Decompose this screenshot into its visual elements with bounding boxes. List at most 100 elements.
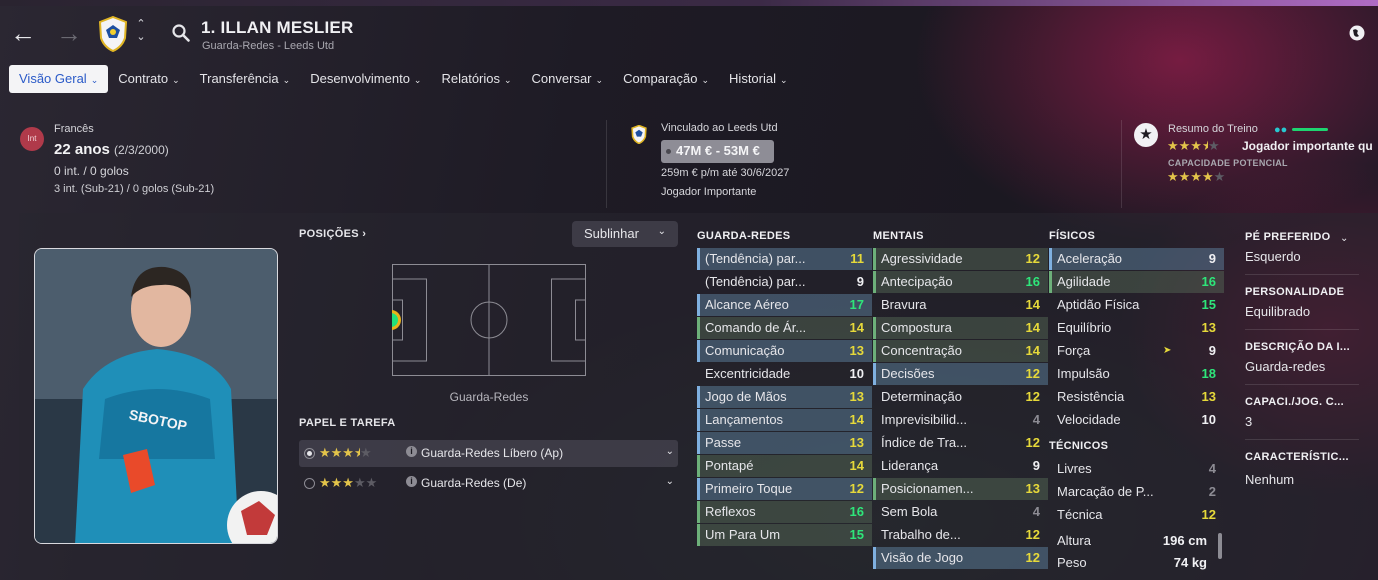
highlight-dropdown[interactable]: Sublinhar ⌄ [572, 221, 678, 247]
attribute-row[interactable]: Agressividade 12 [873, 248, 1048, 270]
attribute-row[interactable]: Jogo de Mãos 13 [697, 386, 872, 408]
attribute-row[interactable]: Velocidade 10 [1049, 409, 1224, 431]
attribute-row[interactable]: Compostura 14 [873, 317, 1048, 339]
attribute-row[interactable]: Liderança 9 [873, 455, 1048, 477]
attribute-name: Decisões [881, 366, 935, 381]
tab-reports[interactable]: Relatórios ⌄ [431, 65, 521, 93]
info-icon[interactable]: i [406, 476, 417, 487]
attribute-row[interactable]: (Tendência) par... 9 [697, 271, 872, 293]
contract-club[interactable]: Vinculado ao Leeds Utd [661, 122, 778, 134]
attribute-row[interactable]: Agilidade 16 [1049, 271, 1224, 293]
role-row[interactable]: ★★★★★ i Guarda-Redes Líbero (Ap) ⌄ [299, 440, 678, 467]
nationality-flag-icon[interactable]: Int [20, 127, 44, 151]
potential-ability-stars: ★★★★★ [1167, 169, 1226, 184]
attribute-row[interactable]: Passe 13 [697, 432, 872, 454]
attribute-row[interactable]: Índice de Tra... 12 [873, 432, 1048, 454]
tab-overview[interactable]: Visão Geral ⌄ [9, 65, 109, 93]
attribute-row[interactable]: Primeiro Toque 12 [697, 478, 872, 500]
club-crest-icon [631, 125, 647, 144]
back-arrow-icon[interactable]: ← [10, 20, 36, 46]
attribute-name: Imprevisibilid... [881, 412, 967, 427]
player-info-row: Int Francês 22 anos (2/3/2000) 0 int. / … [0, 112, 1378, 208]
player-switch-arrows-icon[interactable]: ⌃ ⌄ [134, 18, 148, 44]
search-icon[interactable] [171, 23, 191, 43]
chevron-down-icon[interactable]: ⌄ [666, 476, 674, 487]
attribute-row[interactable]: Equilíbrio 13 [1049, 317, 1224, 339]
attribute-row[interactable]: Sem Bola 4 [873, 501, 1048, 523]
value-range-badge[interactable]: 47M € - 53M € [661, 140, 774, 163]
attribute-row[interactable]: Técnica 12 [1049, 504, 1224, 526]
forward-arrow-icon[interactable]: → [56, 20, 82, 46]
club-crest-icon[interactable] [98, 16, 128, 52]
height-value: 196 cm [1162, 533, 1207, 548]
attribute-row[interactable]: Excentricidade 10 [697, 363, 872, 385]
tab-talk[interactable]: Conversar ⌄ [522, 65, 614, 93]
attribute-row[interactable]: Resistência 13 [1049, 386, 1224, 408]
binoculars-icon: ●● [1274, 124, 1288, 136]
attribute-row[interactable]: Antecipação 16 [873, 271, 1048, 293]
nationality[interactable]: Francês [54, 123, 94, 135]
scrollbar[interactable] [1218, 533, 1222, 559]
tab-history[interactable]: Historial ⌄ [719, 65, 798, 93]
attribute-value: 13 [1025, 481, 1040, 496]
attribute-row[interactable]: Comando de Ár... 14 [697, 317, 872, 339]
attribute-row[interactable]: Decisões 12 [873, 363, 1048, 385]
squad-status: Jogador Importante [661, 186, 757, 198]
training-summary-label[interactable]: Resumo do Treino [1168, 123, 1258, 135]
attribute-name: Liderança [881, 458, 939, 473]
chevron-down-icon: ⌄ [780, 75, 788, 85]
position-pitch[interactable] [392, 264, 586, 376]
attribute-row[interactable]: Imprevisibilid... 4 [873, 409, 1048, 431]
attribute-row[interactable]: Força 9 [1049, 340, 1224, 362]
attribute-row[interactable]: Posicionamen... 13 [873, 478, 1048, 500]
role-row[interactable]: ★★★★★ i Guarda-Redes (De) ⌄ [299, 470, 678, 497]
attribute-value: 14 [1025, 343, 1040, 358]
chevron-down-icon[interactable]: ⌄ [666, 446, 674, 457]
attribute-name: Concentração [881, 343, 962, 358]
attribute-row[interactable]: Marcação de P... 2 [1049, 481, 1224, 503]
attribute-name: Resistência [1057, 389, 1125, 404]
attribute-row[interactable]: Comunicação 13 [697, 340, 872, 362]
attribute-row[interactable]: (Tendência) par... 11 [697, 248, 872, 270]
attribute-name: Marcação de P... [1057, 484, 1154, 499]
tab-transfer[interactable]: Transferência ⌄ [190, 65, 301, 93]
divider [606, 120, 607, 208]
player-subtitle[interactable]: Guarda-Redes - Leeds Utd [202, 40, 334, 52]
attribute-row[interactable]: Alcance Aéreo 17 [697, 294, 872, 316]
attribute-row[interactable]: Determinação 12 [873, 386, 1048, 408]
attribute-name: Impulsão [1057, 366, 1110, 381]
position-name: Guarda-Redes [449, 390, 529, 404]
attribute-name: Jogo de Mãos [705, 389, 787, 404]
attribute-row[interactable]: Reflexos 16 [697, 501, 872, 523]
positions-label[interactable]: POSIÇÕES › [299, 228, 366, 240]
attribute-row[interactable]: Concentração 14 [873, 340, 1048, 362]
attribute-row[interactable]: Livres 4 [1049, 458, 1224, 480]
chevron-down-icon: ⌄ [595, 75, 604, 85]
chevron-down-icon[interactable]: ⌄ [1340, 233, 1348, 244]
attribute-row[interactable]: Um Para Um 15 [697, 524, 872, 546]
radio-selected[interactable] [304, 448, 315, 459]
tab-development[interactable]: Desenvolvimento ⌄ [300, 65, 431, 93]
attribute-row[interactable]: Lançamentos 14 [697, 409, 872, 431]
attribute-row[interactable]: Aceleração 9 [1049, 248, 1224, 270]
info-icon[interactable]: i [406, 446, 417, 457]
attribute-value: 15 [849, 527, 864, 542]
radio-unselected[interactable] [304, 478, 315, 489]
tab-comparison[interactable]: Comparação ⌄ [613, 65, 719, 93]
attribute-name: (Tendência) par... [705, 274, 806, 289]
attribute-value: 13 [849, 343, 864, 358]
attribute-row[interactable]: Pontapé 14 [697, 455, 872, 477]
attribute-row[interactable]: Visão de Jogo 12 [873, 547, 1048, 569]
globe-icon[interactable] [1348, 24, 1366, 42]
attribute-row[interactable]: Bravura 14 [873, 294, 1048, 316]
wage-contract: 259m € p/m até 30/6/2027 [661, 167, 790, 179]
attribute-name: Comunicação [705, 343, 785, 358]
tab-contract[interactable]: Contrato ⌄ [108, 65, 189, 93]
attribute-row[interactable]: Trabalho de... 12 [873, 524, 1048, 546]
attribute-row[interactable]: Aptidão Física 15 [1049, 294, 1224, 316]
attribute-name: Alcance Aéreo [705, 297, 789, 312]
traits-value: Nenhum [1245, 472, 1295, 487]
attribute-value: 12 [1201, 507, 1216, 522]
current-ability-stars: ★★★★★ [1167, 138, 1220, 153]
attribute-row[interactable]: Impulsão 18 [1049, 363, 1224, 385]
